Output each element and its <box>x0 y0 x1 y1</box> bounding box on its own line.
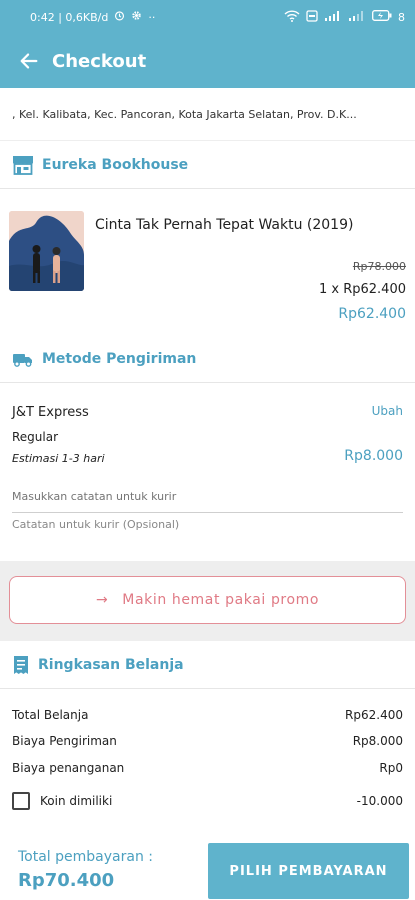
coin-value: -10.000 <box>356 794 403 808</box>
promo-label: Makin hemat pakai promo <box>122 592 320 608</box>
shipping-price: Rp8.000 <box>344 448 403 464</box>
status-time: 0:42 | 0,6KB/d <box>30 10 109 24</box>
delivery-estimate: Estimasi 1-3 hari <box>12 452 105 465</box>
signal-icon <box>324 10 342 25</box>
summary-heading: Ringkasan Belanja <box>38 656 184 673</box>
courier-note-hint: Catatan untuk kurir (Opsional) <box>12 518 180 531</box>
receipt-icon <box>14 655 28 674</box>
courier-name: J&T Express <box>12 405 89 420</box>
summary-row-value: Rp62.400 <box>345 708 403 722</box>
book-title: Cinta Tak Pernah Tepat Waktu (2019) <box>95 217 354 233</box>
back-arrow-icon[interactable] <box>18 50 40 72</box>
status-bar: 0:42 | 0,6KB/d ·· 8 <box>0 0 415 34</box>
store-icon <box>13 155 33 175</box>
battery-icon <box>372 10 392 24</box>
address-text: , Kel. Kalibata, Kec. Pancoran, Kota Jak… <box>12 107 357 121</box>
coin-label: Koin dimiliki <box>40 794 113 808</box>
summary-row-label: Biaya Pengiriman <box>12 734 117 748</box>
arrow-right-icon: → <box>95 592 109 608</box>
battery-level: 8 <box>398 10 405 24</box>
summary-header: Ringkasan Belanja <box>0 641 415 689</box>
summary-row-value: Rp0 <box>379 761 403 775</box>
quantity-price: 1 x Rp62.400 <box>318 282 406 297</box>
book-cover-image[interactable] <box>9 211 84 291</box>
app-bar: Checkout <box>0 34 415 88</box>
coin-option: Koin dimiliki <box>12 792 112 810</box>
store-name: Eureka Bookhouse <box>42 156 189 173</box>
summary-row-value: Rp8.000 <box>352 734 403 748</box>
more-notifications-icon: ·· <box>148 10 156 24</box>
shipping-heading: Metode Pengiriman <box>42 350 197 367</box>
coin-checkbox[interactable] <box>12 792 30 810</box>
item-total-price: Rp62.400 <box>338 306 406 322</box>
courier-note-input[interactable] <box>12 481 403 513</box>
coin-row: Koin dimiliki -10.000 <box>12 792 403 810</box>
wifi-icon <box>284 9 300 25</box>
payment-bar: Total pembayaran : Rp70.400 PILIH PEMBAY… <box>0 837 415 900</box>
total-payment-value: Rp70.400 <box>18 870 115 891</box>
truck-icon <box>13 353 32 367</box>
summary-row-total-belanja: Total Belanja Rp62.400 <box>12 708 403 722</box>
alarm-icon <box>114 10 125 24</box>
original-price: Rp78.000 <box>352 260 406 273</box>
change-shipping-button[interactable]: Ubah <box>372 404 403 418</box>
shipping-card: Metode Pengiriman J&T Express Ubah Regul… <box>0 335 415 561</box>
data-saver-icon <box>306 9 318 25</box>
signal-icon-2 <box>348 10 366 25</box>
shipping-service: Regular <box>12 430 59 444</box>
store-header: Eureka Bookhouse <box>0 141 415 189</box>
page-title: Checkout <box>52 50 147 72</box>
summary-row-biaya-penanganan: Biaya penanganan Rp0 <box>12 761 403 775</box>
total-payment-label: Total pembayaran : <box>18 849 153 865</box>
shipping-address[interactable]: , Kel. Kalibata, Kec. Pancoran, Kota Jak… <box>0 88 415 140</box>
summary-row-label: Total Belanja <box>12 708 89 722</box>
summary-row-biaya-pengiriman: Biaya Pengiriman Rp8.000 <box>12 734 403 748</box>
shipping-header: Metode Pengiriman <box>0 335 415 383</box>
gear-icon <box>131 10 142 24</box>
summary-card: Ringkasan Belanja Total Belanja Rp62.400… <box>0 641 415 837</box>
summary-row-label: Biaya penanganan <box>12 761 125 775</box>
choose-payment-button[interactable]: PILIH PEMBAYARAN <box>208 843 409 899</box>
promo-button[interactable]: → Makin hemat pakai promo <box>9 576 406 624</box>
